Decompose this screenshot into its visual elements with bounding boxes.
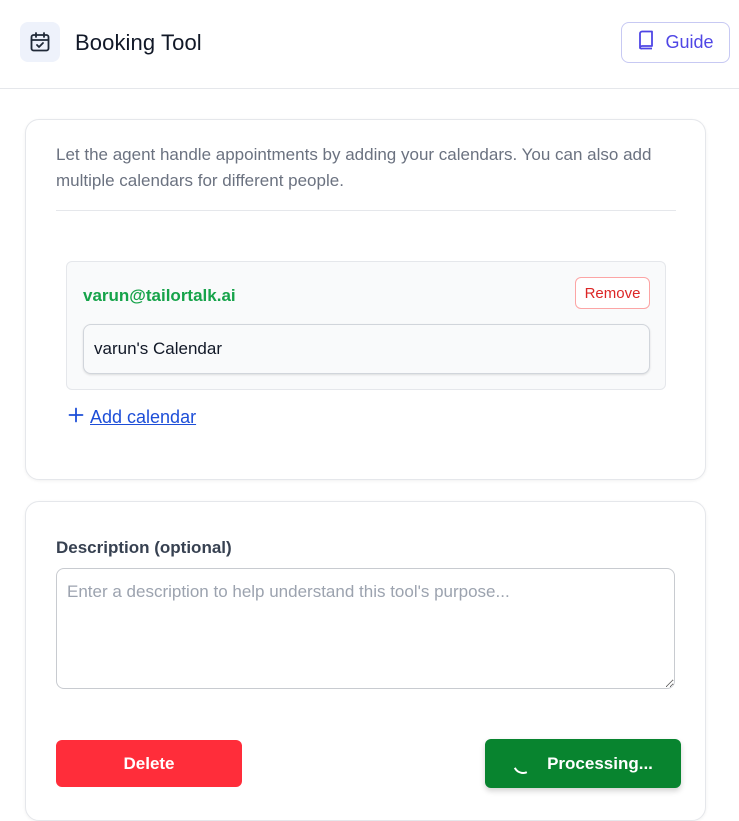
guide-button[interactable]: Guide [621,22,730,63]
guide-button-label: Guide [665,32,714,52]
calendar-account-email: varun@tailortalk.ai [83,286,236,305]
description-textarea[interactable] [56,568,675,689]
add-calendar-button[interactable]: Add calendar [68,407,196,428]
calendar-entry: varun@tailortalk.ai Remove varun's Calen… [66,261,666,390]
remove-calendar-button[interactable]: Remove [575,277,650,309]
processing-button[interactable]: Processing... [485,739,681,788]
delete-button[interactable]: Delete [56,740,242,787]
plus-icon [68,407,84,428]
add-calendar-link[interactable]: Add calendar [90,407,196,428]
processing-label: Processing... [547,753,653,773]
spinner-icon [510,750,536,777]
divider [56,210,676,211]
calendar-check-icon [20,22,60,62]
page-title: Booking Tool [75,30,202,55]
book-icon [637,30,655,55]
calendar-select[interactable]: varun's Calendar [83,324,650,374]
description-label: Description (optional) [56,538,232,557]
header: Booking Tool Guide [0,0,739,89]
calendars-intro-text: Let the agent handle appointments by add… [56,145,652,190]
calendars-card: Let the agent handle appointments by add… [25,119,706,480]
description-card: Description (optional) Delete Processing… [25,501,706,821]
